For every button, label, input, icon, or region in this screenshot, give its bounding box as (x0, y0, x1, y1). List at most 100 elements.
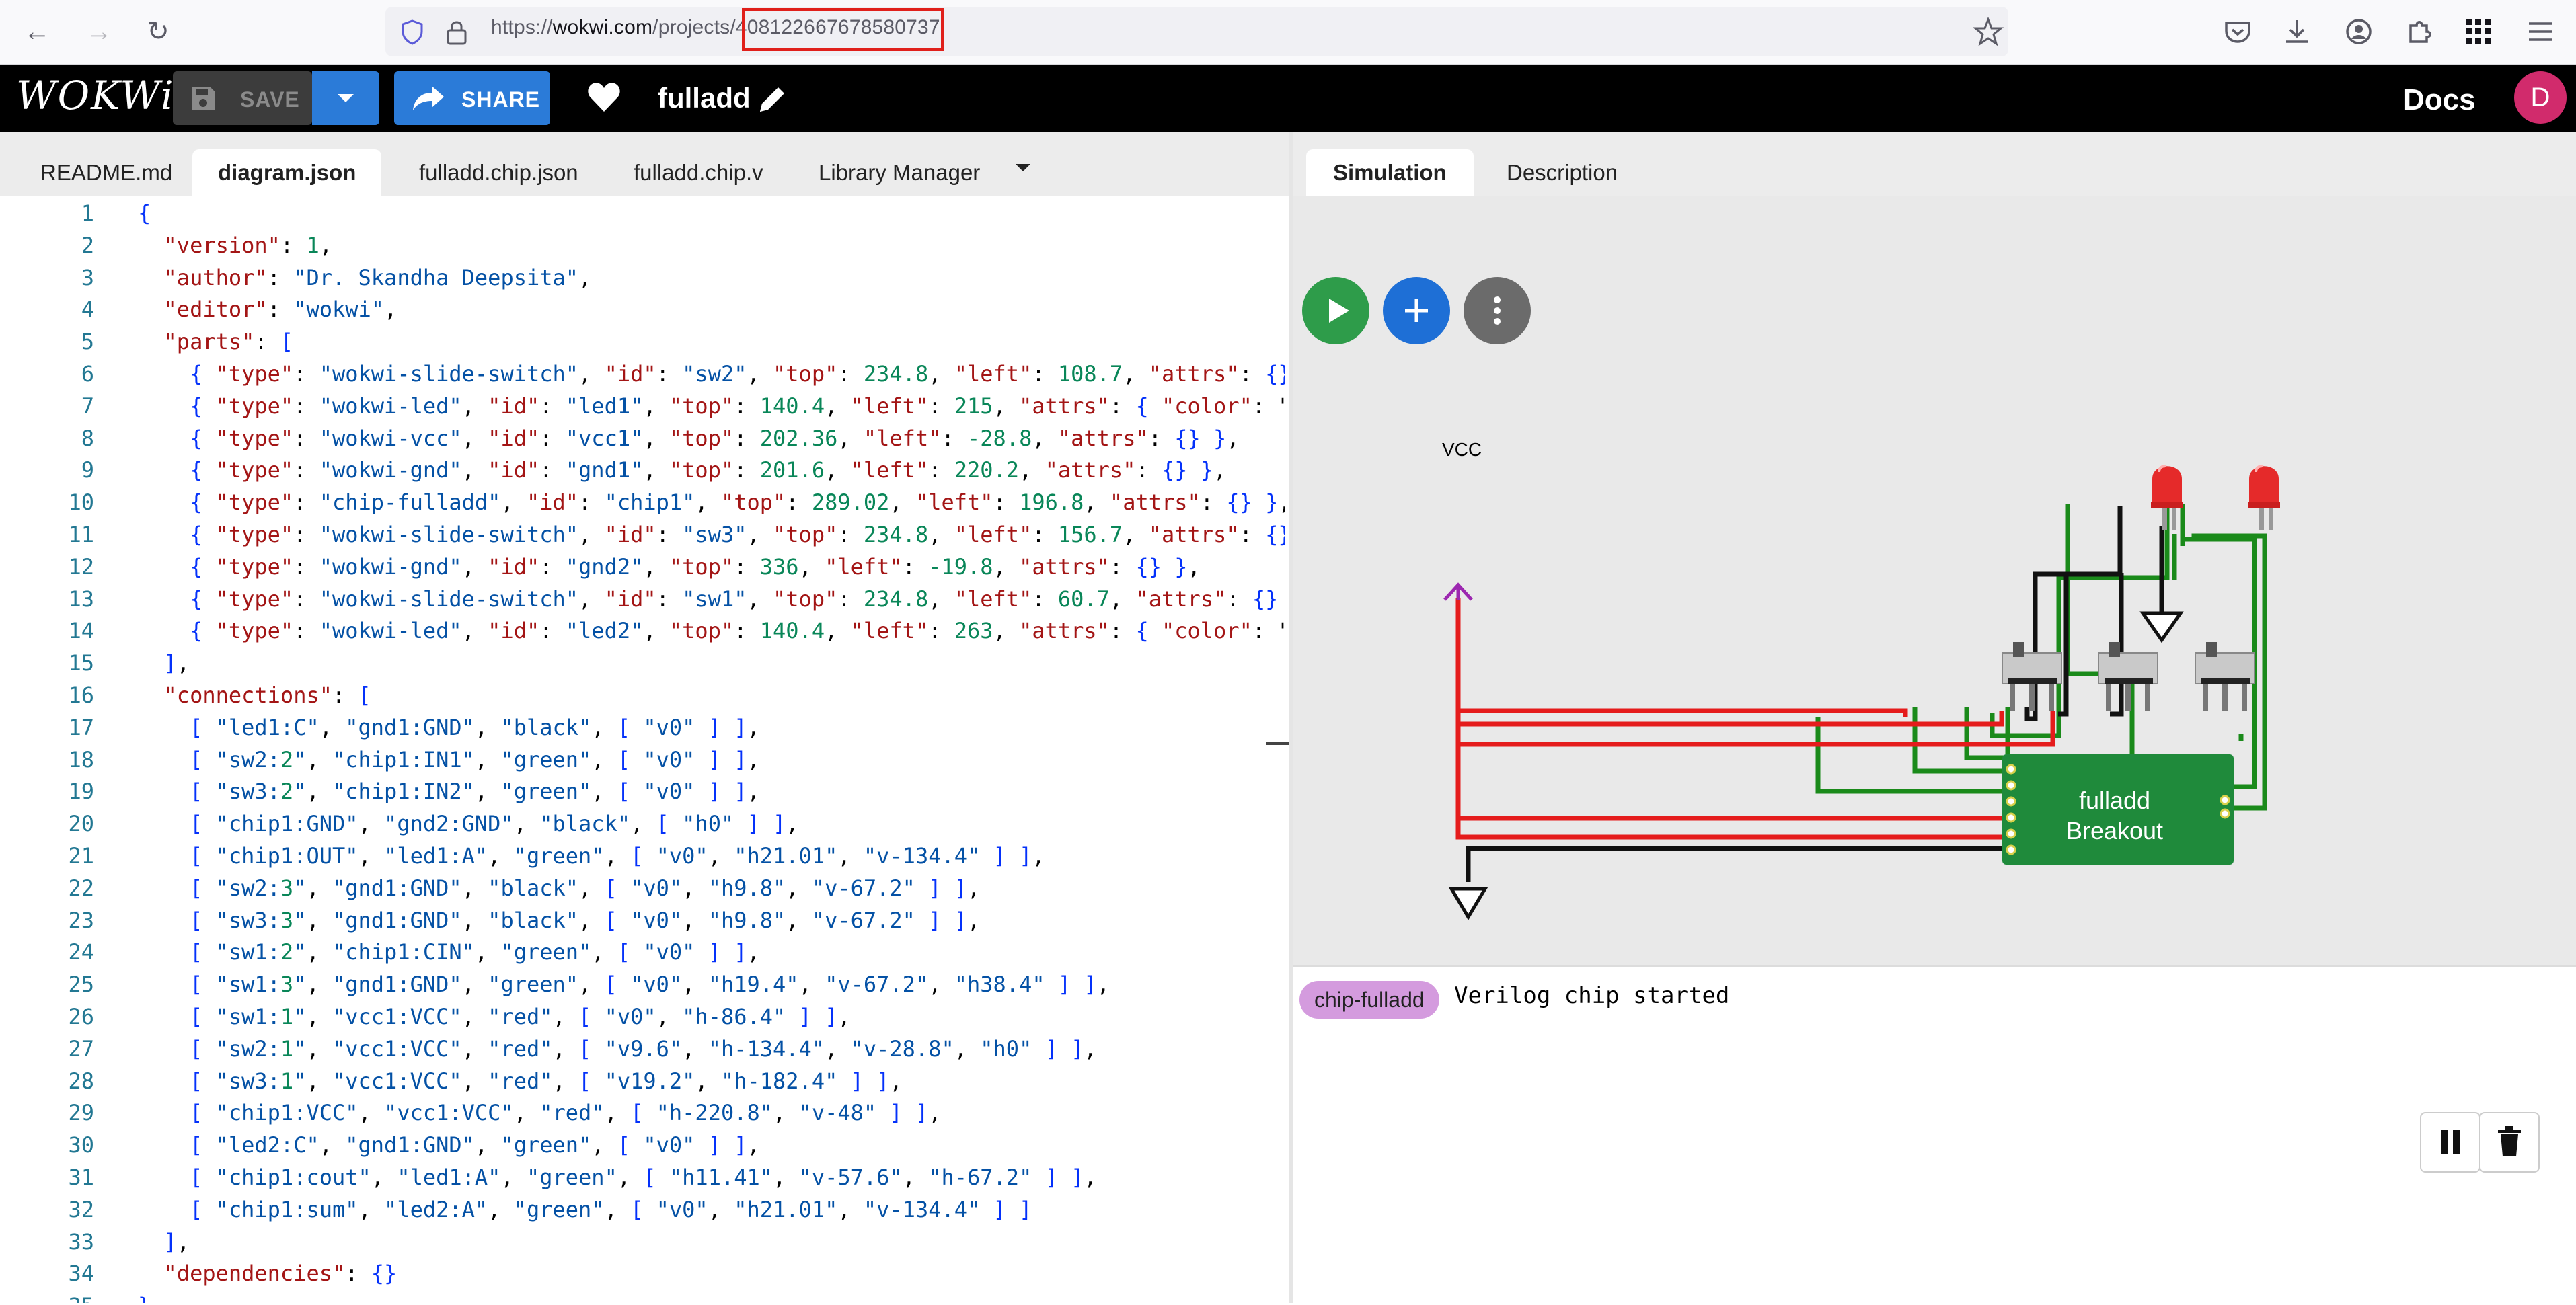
url-id-highlight (742, 8, 944, 51)
edit-pencil-icon[interactable] (756, 83, 788, 116)
project-name[interactable]: fulladd (658, 82, 751, 114)
menu-icon[interactable] (2524, 15, 2557, 48)
line-content[interactable]: { "type": "chip-fulladd", "id": "chip1",… (138, 487, 1285, 518)
serial-console[interactable]: chip-fulladd Verilog chip started (1293, 965, 2576, 1305)
tabs-overflow-caret-icon[interactable] (1013, 161, 1033, 175)
line-content[interactable]: ], (138, 1226, 190, 1258)
download-icon[interactable] (2280, 15, 2314, 48)
line-number: 31 (68, 1164, 94, 1190)
line-content[interactable]: "editor": "wokwi", (138, 294, 397, 325)
line-content[interactable]: { "type": "wokwi-slide-switch", "id": "s… (138, 519, 1285, 551)
tab-fulladd-chip-json[interactable]: fulladd.chip.json (419, 149, 578, 196)
heart-icon[interactable] (586, 81, 621, 113)
back-icon[interactable]: ← (20, 15, 54, 48)
line-number: 27 (68, 1035, 94, 1062)
tab-diagram-json[interactable]: diagram.json (192, 149, 382, 196)
led1[interactable] (2151, 465, 2183, 530)
extensions-icon[interactable] (2402, 15, 2436, 48)
line-content[interactable]: { "type": "wokwi-led", "id": "led2", "to… (138, 615, 1285, 647)
pause-console-button[interactable] (2420, 1112, 2480, 1173)
slide-switch-sw1[interactable] (2002, 642, 2062, 711)
line-number: 14 (68, 618, 94, 644)
slide-switch-sw2[interactable] (2098, 642, 2158, 711)
avatar[interactable]: D (2514, 71, 2567, 124)
lock-icon[interactable] (445, 19, 469, 46)
line-content[interactable]: [ "sw2:3", "gnd1:GND", "black", [ "v0", … (138, 873, 980, 904)
line-content[interactable]: [ "chip1:GND", "gnd2:GND", "black", [ "h… (138, 808, 798, 840)
pause-icon (2441, 1130, 2460, 1154)
line-number: 16 (68, 682, 94, 708)
line-number: 8 (81, 425, 94, 451)
wokwi-logo[interactable]: WOKWi (16, 73, 175, 118)
line-content[interactable]: [ "chip1:cout", "led1:A", "green", [ "h1… (138, 1162, 1097, 1193)
vcc-symbol[interactable]: VCC (1442, 439, 1482, 601)
line-content[interactable]: [ "chip1:VCC", "vcc1:VCC", "red", [ "h-2… (138, 1097, 941, 1129)
splitter-handle[interactable] (1266, 742, 1289, 745)
line-number: 12 (68, 553, 94, 580)
line-content[interactable]: ], (138, 647, 190, 679)
forward-icon[interactable]: → (82, 15, 116, 48)
line-number: 21 (68, 843, 94, 869)
save-button[interactable]: SAVE (173, 71, 312, 125)
trash-icon (2498, 1126, 2521, 1156)
line-number: 35 (0, 1290, 94, 1303)
clear-console-button[interactable] (2479, 1112, 2540, 1173)
slide-switch-sw3[interactable] (2195, 642, 2255, 711)
tab-description[interactable]: Description (1507, 149, 1618, 196)
simulation-canvas[interactable]: VCC fulladd Breakout (1293, 196, 2576, 1097)
line-content[interactable]: [ "sw3:1", "vcc1:VCC", "red", [ "v19.2",… (138, 1066, 903, 1097)
floppy-disk-icon (192, 87, 215, 110)
tab-library-manager[interactable]: Library Manager (819, 149, 980, 196)
red-wires (1455, 598, 2055, 840)
line-content[interactable]: { "type": "wokwi-vcc", "id": "vcc1", "to… (138, 423, 1240, 454)
line-content[interactable]: [ "chip1:OUT", "led1:A", "green", [ "v0"… (138, 840, 1045, 872)
line-content[interactable]: [ "sw2:2", "chip1:IN1", "green", [ "v0" … (138, 744, 760, 776)
led2[interactable] (2248, 465, 2280, 530)
fulladd-chip[interactable]: fulladd Breakout (2002, 754, 2234, 865)
line-number: 13 (68, 586, 94, 612)
line-number: 28 (68, 1068, 94, 1094)
pocket-icon[interactable] (2221, 15, 2255, 48)
account-icon[interactable] (2342, 15, 2376, 48)
line-content[interactable]: { "type": "wokwi-gnd", "id": "gnd1", "to… (138, 454, 1226, 486)
line-content[interactable]: "author": "Dr. Skandha Deepsita", (138, 262, 592, 294)
line-content[interactable]: [ "sw3:3", "gnd1:GND", "black", [ "v0", … (138, 905, 980, 937)
tab-simulation[interactable]: Simulation (1306, 149, 1474, 196)
line-content[interactable]: { (138, 198, 151, 229)
app-header: WOKWi SAVE SHARE fulladd Docs D (0, 65, 2576, 132)
code-area[interactable]: 1 {2 "version": 1, 3 "author": "Dr. Skandh… (0, 198, 1285, 1303)
line-number: 5 (81, 329, 94, 355)
line-content[interactable]: [ "sw1:3", "gnd1:GND", "green", [ "v0", … (138, 969, 1110, 1000)
caret-down-icon (338, 94, 354, 102)
line-content[interactable]: [ "led2:C", "gnd1:GND", "green", [ "v0" … (138, 1130, 760, 1161)
tab-readme[interactable]: README.md (40, 149, 172, 196)
tab-fulladd-chip-v[interactable]: fulladd.chip.v (634, 149, 763, 196)
share-button[interactable]: SHARE (394, 71, 550, 125)
docs-link[interactable]: Docs (2403, 83, 2476, 117)
line-content[interactable]: "version": 1, (138, 230, 332, 262)
line-content[interactable]: { "type": "wokwi-led", "id": "led1", "to… (138, 391, 1285, 422)
line-content[interactable]: { "type": "wokwi-slide-switch", "id": "s… (138, 584, 1278, 615)
line-content[interactable]: "connections": [ (138, 680, 371, 711)
gnd2-symbol[interactable] (1448, 887, 1488, 920)
apps-grid-icon[interactable] (2462, 15, 2495, 48)
line-content[interactable]: "parts": [ (138, 326, 294, 358)
gnd1-symbol[interactable] (2139, 611, 2184, 643)
simulation-pane: Simulation Description VCC fulladd Break… (1293, 132, 2576, 1305)
line-content[interactable]: [ "led1:C", "gnd1:GND", "black", [ "v0" … (138, 712, 760, 744)
line-content[interactable]: [ "sw1:1", "vcc1:VCC", "red", [ "v0", "h… (138, 1001, 851, 1033)
line-content[interactable]: "dependencies": {} (138, 1258, 397, 1290)
share-label: SHARE (461, 87, 541, 112)
shield-icon[interactable] (399, 19, 426, 46)
circuit-diagram[interactable]: VCC fulladd Breakout (1293, 196, 2576, 963)
line-content[interactable]: [ "sw2:1", "vcc1:VCC", "red", [ "v9.6", … (138, 1033, 1097, 1065)
line-content[interactable]: [ "sw1:2", "chip1:CIN", "green", [ "v0" … (138, 937, 760, 968)
line-content[interactable]: { "type": "wokwi-slide-switch", "id": "s… (138, 358, 1285, 390)
line-content[interactable]: { "type": "wokwi-gnd", "id": "gnd2", "to… (138, 551, 1201, 583)
line-content[interactable]: [ "sw3:2", "chip1:IN2", "green", [ "v0" … (138, 776, 760, 807)
bookmark-star-icon[interactable] (1973, 16, 2004, 47)
save-options-dropdown[interactable] (312, 71, 379, 125)
reload-icon[interactable]: ↻ (141, 15, 175, 48)
line-content[interactable]: [ "chip1:sum", "led2:A", "green", [ "v0"… (138, 1194, 1032, 1226)
line-content[interactable]: } (138, 1290, 151, 1303)
